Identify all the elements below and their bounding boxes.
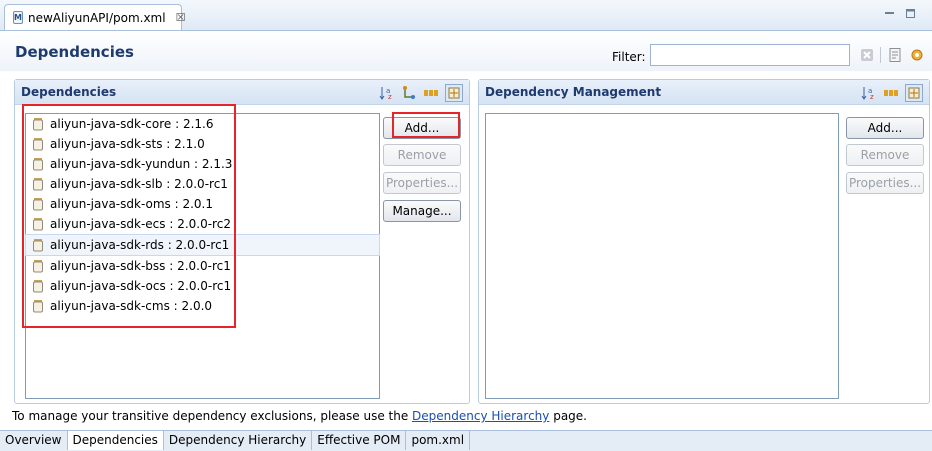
dependencies-list[interactable]: aliyun-java-sdk-core : 2.1.6 aliyun-java-… — [25, 113, 380, 399]
add-managed-dependency-button[interactable]: Add... — [846, 117, 924, 139]
jar-icon — [33, 158, 43, 171]
footer-text-before: To manage your transitive dependency exc… — [12, 409, 413, 423]
dependency-item[interactable]: aliyun-java-sdk-rds : 2.0.0-rc1 — [25, 234, 380, 256]
dependency-item[interactable]: aliyun-java-sdk-yundun : 2.1.3 — [26, 154, 379, 174]
jar-icon — [33, 218, 43, 231]
filter-input[interactable] — [650, 44, 850, 66]
editor-tab-pom[interactable]: M newAliyunAPI/pom.xml ☒ — [4, 4, 185, 30]
dependency-item[interactable]: aliyun-java-sdk-ecs : 2.0.0-rc2 — [26, 214, 379, 234]
svg-text:z: z — [870, 93, 874, 101]
footer-hint: To manage your transitive dependency exc… — [12, 409, 587, 423]
page-header: Dependencies Filter: — [0, 31, 932, 71]
page-tab-effective-pom[interactable]: Effective POM — [312, 431, 407, 450]
editor-tab-label: newAliyunAPI/pom.xml — [27, 10, 166, 25]
jar-icon — [33, 178, 43, 191]
remove-managed-dependency-button[interactable]: Remove — [846, 144, 924, 166]
page-title: Dependencies — [15, 43, 134, 61]
footer-text-after: page. — [549, 409, 587, 423]
dependency-item[interactable]: aliyun-java-sdk-core : 2.1.6 — [26, 114, 379, 134]
dependency-item[interactable]: aliyun-java-sdk-cms : 2.0.0 — [26, 296, 379, 316]
dependency-label: aliyun-java-sdk-slb : 2.0.0-rc1 — [50, 177, 228, 191]
jar-icon — [33, 280, 43, 293]
jar-icon — [33, 118, 43, 131]
dependency-management-list[interactable] — [485, 113, 839, 399]
show-groupid-icon[interactable] — [883, 85, 899, 101]
header-tools — [860, 47, 925, 63]
dependency-item[interactable]: aliyun-java-sdk-oms : 2.0.1 — [26, 194, 379, 214]
dependency-label: aliyun-java-sdk-ocs : 2.0.0-rc1 — [50, 279, 232, 293]
add-dependency-button[interactable]: Add... — [383, 117, 461, 139]
dependency-management-section: Dependency Management a z Add... Remove … — [478, 79, 930, 404]
show-groupid-icon[interactable] — [423, 85, 439, 101]
jar-icon — [33, 300, 43, 313]
sort-alpha-icon[interactable]: a z — [861, 85, 877, 101]
dependency-item[interactable]: aliyun-java-sdk-sts : 2.1.0 — [26, 134, 379, 154]
dependency-management-header: Dependency Management a z — [479, 80, 929, 105]
remove-dependency-button[interactable]: Remove — [383, 144, 461, 166]
dependency-label: aliyun-java-sdk-oms : 2.0.1 — [50, 197, 213, 211]
dependencies-section-header: Dependencies a z — [15, 80, 469, 105]
page-tab-pom-xml[interactable]: pom.xml — [406, 431, 471, 450]
toolbar-separator — [880, 47, 881, 63]
close-icon[interactable]: ☒ — [176, 11, 186, 24]
editor-page-tabs: Overview Dependencies Dependency Hierarchy… — [0, 430, 932, 451]
dependencies-section: Dependencies a z aliyun-java-sdk-core: … — [14, 79, 470, 404]
dependency-hierarchy-link[interactable]: Dependency Hierarchy — [412, 409, 549, 423]
jar-icon — [33, 138, 43, 151]
dependency-label: aliyun-java-sdk-rds : 2.0.0-rc1 — [50, 238, 230, 252]
show-pom-icon[interactable] — [887, 47, 903, 63]
jar-icon — [33, 198, 43, 211]
jar-icon — [33, 260, 43, 273]
page-tab-overview[interactable]: Overview — [0, 431, 68, 450]
dependency-label: aliyun-java-sdk-sts : 2.1.0 — [50, 137, 205, 151]
managed-dependency-properties-button[interactable]: Properties... — [846, 172, 924, 194]
dependency-label: aliyun-java-sdk-cms : 2.0.0 — [50, 299, 213, 313]
clear-filter-icon[interactable] — [860, 48, 874, 62]
minimize-icon[interactable] — [884, 8, 895, 19]
show-version-toggle[interactable] — [905, 84, 923, 102]
dependency-label: aliyun-java-sdk-ecs : 2.0.0-rc2 — [50, 217, 231, 231]
settings-gear-icon[interactable] — [909, 47, 925, 63]
maven-file-icon: M — [13, 11, 23, 24]
manage-dependencies-button[interactable]: Manage... — [383, 200, 461, 222]
dependency-item[interactable]: aliyun-java-sdk-slb : 2.0.0-rc1 — [26, 174, 379, 194]
dependency-item[interactable]: aliyun-java-sdk-ocs : 2.0.0-rc1 — [26, 276, 379, 296]
filter-icon — [448, 87, 460, 99]
filter-label: Filter: — [612, 50, 646, 64]
filter-icon — [908, 87, 920, 99]
show-version-toggle[interactable] — [445, 84, 463, 102]
page-tab-dependency-hierarchy[interactable]: Dependency Hierarchy — [163, 431, 313, 450]
maximize-icon[interactable] — [905, 8, 916, 19]
dependency-label: aliyun-java-sdk-yundun : 2.1.3 — [50, 157, 233, 171]
dependency-management-title: Dependency Management — [485, 85, 662, 99]
dependency-properties-button[interactable]: Properties... — [383, 172, 461, 194]
dependency-label: aliyun-java-sdk-bss : 2.0.0-rc1 — [50, 259, 231, 273]
svg-text:z: z — [388, 93, 392, 101]
sort-alpha-icon[interactable]: a z — [379, 85, 395, 101]
page-tab-dependencies[interactable]: Dependencies — [67, 431, 164, 450]
editor-tab-strip: M newAliyunAPI/pom.xml ☒ — [0, 0, 932, 31]
window-controls — [884, 8, 916, 19]
dependency-item[interactable]: aliyun-java-sdk-bss : 2.0.0-rc1 — [26, 256, 379, 276]
show-inherited-icon[interactable] — [401, 85, 417, 101]
dependencies-section-title: Dependencies — [21, 85, 117, 99]
dependency-management-toolbar: a z — [861, 84, 923, 102]
jar-icon — [33, 239, 43, 252]
dependency-label: aliyun-java-sdk-core : 2.1.6 — [50, 117, 214, 131]
dependencies-toolbar: a z — [379, 84, 463, 102]
